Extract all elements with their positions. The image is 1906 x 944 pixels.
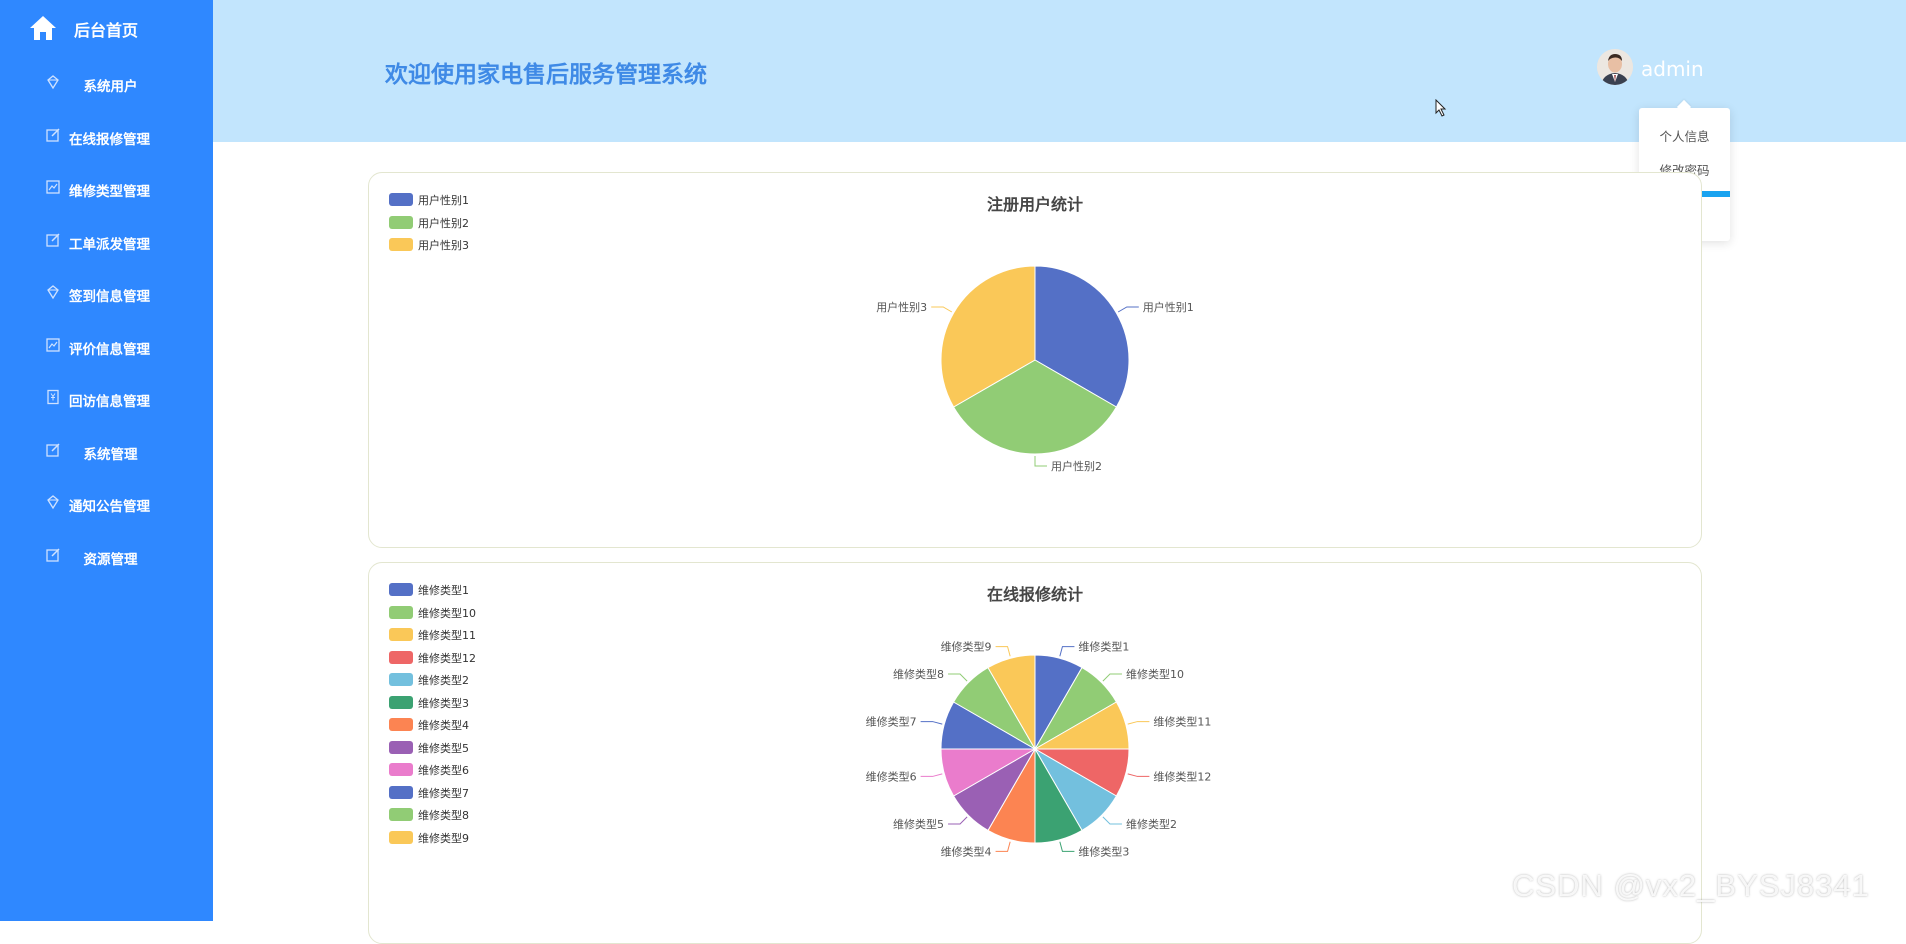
sidebar-item-10[interactable]: 资源管理 <box>0 529 213 582</box>
sidebar-item-2[interactable]: 在线报修管理 <box>0 109 213 162</box>
sidebar-item-1[interactable]: 系统用户 <box>0 56 213 109</box>
sidebar-item-label: 系统用户 <box>83 79 138 95</box>
sidebar-item-4[interactable]: 工单派发管理 <box>0 214 213 267</box>
page-title: 欢迎使用家电售后服务管理系统 <box>385 62 707 88</box>
sidebar-item-8[interactable]: 系统管理 <box>0 424 213 477</box>
sidebar-item-5[interactable]: 签到信息管理 <box>0 266 213 319</box>
mouse-cursor-icon <box>1435 99 1447 117</box>
edit-icon <box>46 232 60 247</box>
sidebar-item-3[interactable]: 维修类型管理 <box>0 161 213 214</box>
sidebar-item-label: 维修类型管理 <box>69 184 150 200</box>
pie-label-line <box>931 306 953 313</box>
pie-label: 维修类型2 <box>1126 817 1177 831</box>
pie-label-line <box>920 721 943 725</box>
diamond-icon <box>47 495 59 510</box>
sidebar-home[interactable]: 后台首页 <box>0 0 213 56</box>
sidebar-item-9[interactable]: 通知公告管理 <box>0 476 213 529</box>
pie-label-line <box>1102 816 1122 825</box>
pie-label: 维修类型5 <box>893 817 944 831</box>
diamond-icon <box>47 285 59 300</box>
pie-label: 维修类型7 <box>866 715 917 729</box>
sidebar-item-label: 通知公告管理 <box>69 499 150 515</box>
sidebar-item-label: 评价信息管理 <box>69 341 150 358</box>
pie-label-line <box>920 773 943 777</box>
pie-label-line <box>1127 721 1150 725</box>
pie-label: 维修类型9 <box>941 640 992 654</box>
pie-label: 用户性别1 <box>1143 300 1194 314</box>
pie-label-line <box>1034 456 1047 467</box>
pie-label-line <box>1059 841 1075 852</box>
sidebar-item-6[interactable]: 评价信息管理 <box>0 319 213 372</box>
pie-label: 维修类型6 <box>866 769 917 783</box>
home-icon <box>30 16 56 40</box>
pie-label-line <box>948 816 968 825</box>
chart-card-online-repairs: 在线报修统计 维修类型1 维修类型10 维修类型11 维修类型12 维修类型2 维修类型3… <box>368 562 1702 944</box>
sidebar-item-label: 工单派发管理 <box>69 236 150 253</box>
pie-label: 维修类型8 <box>893 667 944 681</box>
sidebar-nav: 系统用户在线报修管理 维修类型管理 工单派发管理 签到信息管理 评价信息管理 回访信息管理… <box>0 56 213 581</box>
sidebar-item-7[interactable]: 回访信息管理 <box>0 371 213 424</box>
sidebar-item-label: 回访信息管理 <box>69 394 150 410</box>
sidebar: 后台首页 系统用户在线报修管理 维修类型管理 工单派发管理 签到信息管理 评价信息管理回… <box>0 0 213 921</box>
yen-icon <box>47 389 59 405</box>
sidebar-home-label: 后台首页 <box>74 21 139 40</box>
avatar[interactable] <box>1597 49 1633 85</box>
pie-label-line <box>948 673 968 682</box>
edit-icon <box>46 127 60 142</box>
pie-label: 维修类型1 <box>1078 640 1129 654</box>
pie-label: 维修类型10 <box>1126 667 1184 681</box>
pie-label: 维修类型4 <box>941 844 992 858</box>
pie-label: 维修类型11 <box>1153 715 1211 729</box>
chart-icon <box>46 337 60 352</box>
sidebar-item-label: 在线报修管理 <box>69 131 150 148</box>
pie-label: 用户性别3 <box>876 300 927 314</box>
pie-chart: 维修类型1 维修类型10 维修类型11 维修类型12 维修类型2 维修类型3 维修类型4 维修… <box>866 640 1212 859</box>
watermark: CSDN @vx2_BYSJ8341 <box>1512 868 1870 903</box>
chart-icon <box>46 180 60 194</box>
username[interactable]: admin <box>1641 57 1704 81</box>
pie-label: 用户性别2 <box>1051 459 1102 473</box>
sidebar-item-label: 资源管理 <box>83 551 138 568</box>
pie-label: 维修类型12 <box>1153 769 1211 783</box>
pie-label-line <box>1102 673 1122 682</box>
chart-card-registered-users: 注册用户统计 用户性别1 用户性别2 用户性别3 用户性别1 用户性别2 用户性别3 <box>368 172 1702 548</box>
pie-label: 维修类型3 <box>1078 844 1129 858</box>
sidebar-item-label: 系统管理 <box>83 446 138 463</box>
sidebar-item-label: 签到信息管理 <box>69 289 150 305</box>
pie-label-line <box>1127 773 1150 777</box>
pie-label-line <box>995 841 1011 852</box>
avatar-image <box>1597 49 1633 85</box>
pie-chart: 用户性别1 用户性别2 用户性别3 <box>876 265 1194 473</box>
pie-label-line <box>1117 306 1139 313</box>
pie-label-line <box>995 646 1011 657</box>
pie-label-line <box>1059 646 1075 657</box>
menu-item-profile[interactable]: 个人信息 <box>1639 126 1730 145</box>
